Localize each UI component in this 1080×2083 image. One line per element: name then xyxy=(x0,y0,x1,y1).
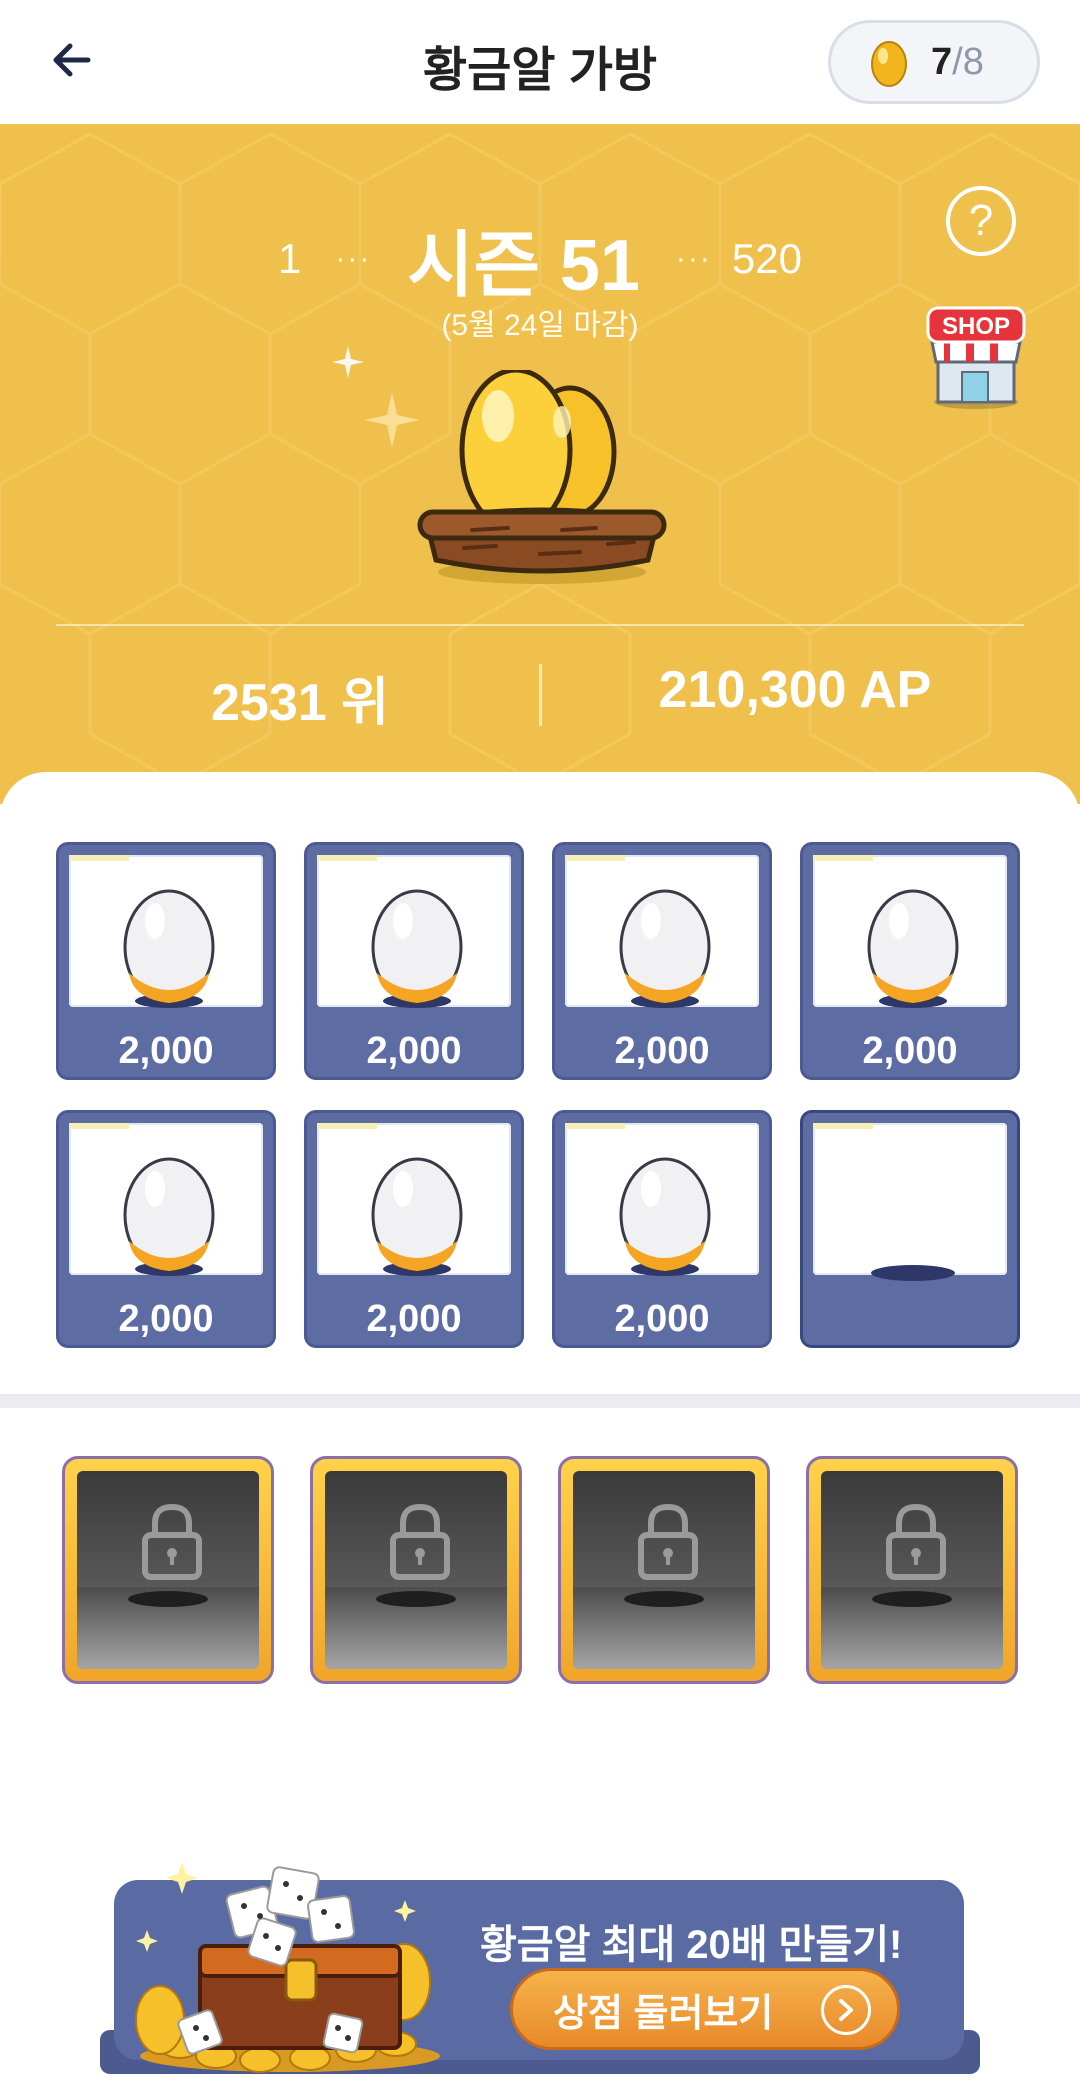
egg-slot[interactable]: 2,000 xyxy=(56,842,276,1080)
shop-label: SHOP xyxy=(942,313,1010,340)
section-separator xyxy=(0,1394,1080,1408)
slot-value: 2,000 xyxy=(366,1030,462,1072)
browse-shop-button[interactable]: 상점 둘러보기 xyxy=(510,1968,900,2050)
shop-promo-banner[interactable]: 황금알 최대 20배 만들기! 상점 둘러보기 xyxy=(100,1850,980,2082)
season-prev-number[interactable]: 1 xyxy=(278,235,301,283)
slot-value: 2,000 xyxy=(862,1030,958,1072)
season-ap: 210,300 AP xyxy=(658,661,932,719)
locked-slot-hole xyxy=(376,1591,456,1607)
season-prev-dots: ··· xyxy=(335,241,372,275)
slot-value: 2,000 xyxy=(118,1030,214,1072)
egg-count: 7 xyxy=(931,40,953,83)
empty-egg-slot[interactable] xyxy=(800,1110,1020,1348)
shop-button[interactable]: SHOP xyxy=(920,302,1030,412)
app-header: 황금알 가방 7 / 8 xyxy=(0,0,1080,124)
egg-max: 8 xyxy=(962,40,984,83)
sparkle-icon xyxy=(332,346,364,378)
egg-count-separator: / xyxy=(952,40,963,83)
help-button[interactable]: ? xyxy=(946,186,1016,256)
egg-slot[interactable]: 2,000 xyxy=(56,1110,276,1348)
season-title: 시즌 51 xyxy=(407,226,640,306)
egg-icon xyxy=(371,1157,463,1276)
egg-slot[interactable]: 2,000 xyxy=(304,842,524,1080)
egg-icon xyxy=(123,1157,215,1276)
empty-slot-hole xyxy=(871,1265,955,1281)
chevron-right-icon xyxy=(821,1985,871,2035)
egg-slot[interactable]: 2,000 xyxy=(552,842,772,1080)
locked-slot[interactable] xyxy=(62,1456,274,1684)
banner-title: 황금알 최대 20배 만들기! xyxy=(480,1923,903,1967)
season-rank: 2531 위 xyxy=(211,674,389,732)
question-icon: ? xyxy=(968,196,994,245)
browse-shop-label: 상점 둘러보기 xyxy=(553,1992,774,2035)
locked-slot-hole xyxy=(872,1591,952,1607)
egg-icon xyxy=(371,889,463,1008)
lock-icon xyxy=(886,1503,946,1580)
egg-icon xyxy=(619,1157,711,1276)
season-navigator: 1 ··· 시즌 51 ··· 520 xyxy=(0,206,1080,311)
egg-icon xyxy=(619,889,711,1008)
locked-slot-hole xyxy=(128,1591,208,1607)
locked-slot-inner xyxy=(821,1471,1003,1669)
egg-slot[interactable]: 2,000 xyxy=(800,842,1020,1080)
slot-glass xyxy=(813,1123,1007,1275)
locked-slot[interactable] xyxy=(310,1456,522,1684)
season-panel: 1 ··· 시즌 51 ··· 520 (5월 24일 마감) ? SHOP 2… xyxy=(0,124,1080,804)
lock-icon xyxy=(390,1503,450,1580)
locked-slot-hole xyxy=(624,1591,704,1607)
locked-slot[interactable] xyxy=(558,1456,770,1684)
egg-slot[interactable]: 2,000 xyxy=(304,1110,524,1348)
treasure-chest-icon xyxy=(135,1862,440,2073)
golden-egg-icon xyxy=(871,41,907,87)
locked-slot-inner xyxy=(325,1471,507,1669)
golden-egg-nest-icon xyxy=(417,370,667,584)
slot-value: 2,000 xyxy=(118,1298,214,1340)
egg-bag-content: 2,000 2,000 2,000 2,000 2,000 2,000 2,00… xyxy=(0,772,1080,2083)
season-next-dots: ··· xyxy=(675,241,712,275)
lock-icon xyxy=(638,1503,698,1580)
season-deadline: (5월 24일 마감) xyxy=(441,309,639,342)
locked-slot-inner xyxy=(77,1471,259,1669)
egg-icon xyxy=(123,889,215,1008)
season-divider xyxy=(56,624,1024,626)
locked-slot-inner xyxy=(573,1471,755,1669)
egg-icon xyxy=(867,889,959,1008)
lock-icon xyxy=(142,1503,202,1580)
locked-slot[interactable] xyxy=(806,1456,1018,1684)
slot-value: 2,000 xyxy=(614,1298,710,1340)
egg-slot[interactable]: 2,000 xyxy=(552,1110,772,1348)
slot-value: 2,000 xyxy=(614,1030,710,1072)
season-next-number[interactable]: 520 xyxy=(732,235,802,283)
golden-egg-counter[interactable]: 7 / 8 xyxy=(828,20,1040,104)
slot-value: 2,000 xyxy=(366,1298,462,1340)
